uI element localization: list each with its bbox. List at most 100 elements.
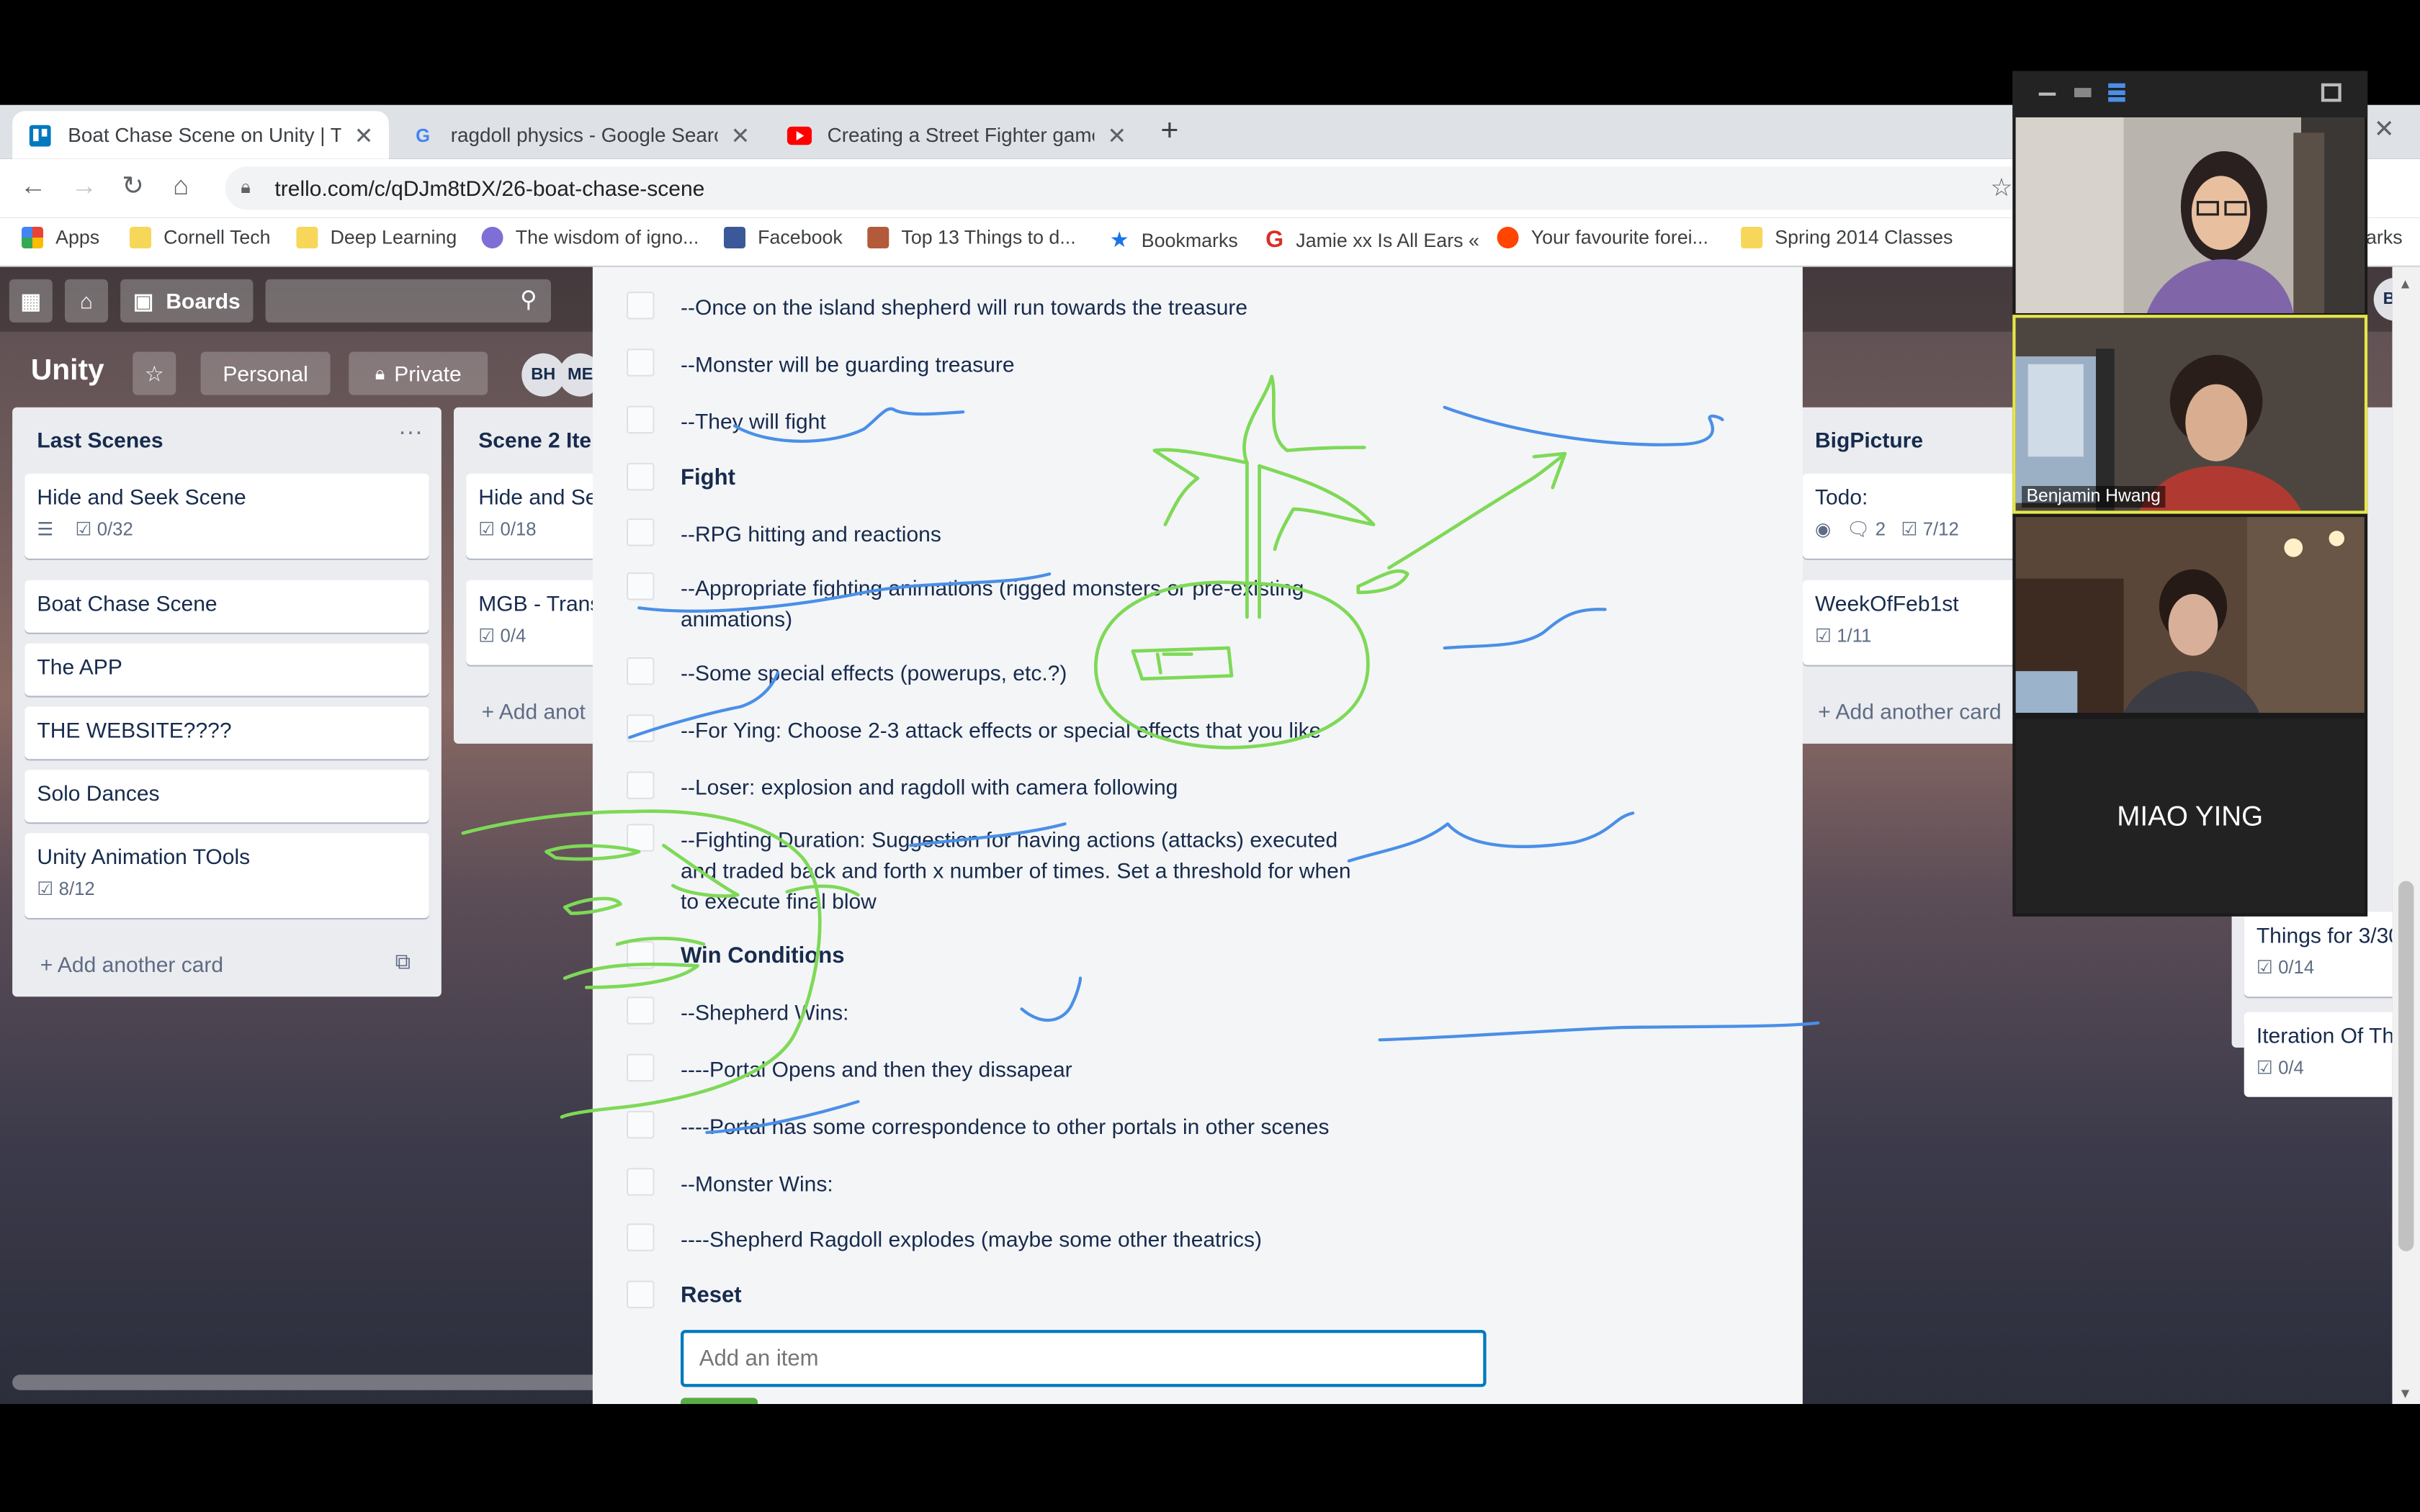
card[interactable]: Things for 3/30 ☑ 0/14: [2244, 912, 2393, 997]
checklist-item-text[interactable]: Fight: [681, 463, 1360, 494]
card[interactable]: Iteration Of The ☑ 0/4: [2244, 1012, 2393, 1097]
tab-trello[interactable]: Boat Chase Scene on Unity | Trello ✕: [12, 111, 389, 159]
board-visibility-private[interactable]: 🔒︎ Private: [349, 351, 488, 395]
reload-icon[interactable]: ↻: [122, 171, 144, 202]
bookmark-cornell-tech[interactable]: Cornell Tech: [130, 227, 271, 248]
bookmark-star-icon[interactable]: ☆: [1991, 173, 2013, 204]
tab-google[interactable]: G ragdoll physics - Google Search ✕: [395, 111, 766, 158]
checklist-checkbox[interactable]: [627, 518, 655, 546]
checklist-checkbox[interactable]: [627, 1053, 655, 1082]
card[interactable]: Unity Animation TOols ☑ 8/12: [24, 833, 429, 918]
add-card-button[interactable]: + Add anot: [482, 699, 586, 724]
user-avatar[interactable]: BH: [2373, 277, 2393, 321]
participant-video-active-speaker[interactable]: Benjamin Hwang: [2012, 315, 2368, 514]
minimize-icon[interactable]: [2038, 85, 2056, 96]
card[interactable]: The APP: [24, 643, 429, 696]
bookmark-overflow[interactable]: arks: [2366, 227, 2403, 248]
checklist-checkbox[interactable]: [627, 771, 655, 799]
card[interactable]: THE WEBSITE????: [24, 706, 429, 760]
checklist-checkbox[interactable]: [627, 405, 655, 434]
home-icon[interactable]: ⌂: [65, 279, 108, 323]
checklist-checkbox[interactable]: [627, 657, 655, 685]
bookmark-facebook[interactable]: Facebook: [723, 227, 843, 248]
board-title[interactable]: Unity: [31, 355, 104, 389]
bookmark-bookmarks[interactable]: ★ Bookmarks: [1110, 227, 1238, 253]
address-bar[interactable]: 🔒︎ trello.com/c/qDJm8tDX/26-boat-chase-s…: [225, 166, 2031, 210]
new-tab-button[interactable]: +: [1160, 114, 1178, 150]
participant-video[interactable]: [2015, 516, 2365, 713]
bookmark-label: Apps: [55, 227, 100, 248]
checklist-item-text[interactable]: Reset: [681, 1281, 1360, 1312]
checklist-checkbox[interactable]: [627, 1280, 655, 1309]
star-board-icon[interactable]: ☆: [133, 351, 176, 395]
checklist-item-text[interactable]: ----Portal has some correspondence to ot…: [681, 1111, 1422, 1142]
checklist-checkbox[interactable]: [627, 348, 655, 377]
checklist-item-text[interactable]: --RPG hitting and reactions: [681, 518, 1360, 549]
checklist-checkbox[interactable]: [627, 714, 655, 742]
home-icon[interactable]: ⌂: [173, 171, 189, 202]
bookmark-wisdom[interactable]: The wisdom of igno...: [481, 227, 699, 248]
checklist-checkbox[interactable]: [627, 1110, 655, 1139]
checklist-checkbox[interactable]: [627, 941, 655, 969]
add-item-field[interactable]: [684, 1333, 1484, 1385]
gallery-view-icon[interactable]: [2108, 83, 2125, 102]
exit-fullscreen-icon[interactable]: [2321, 83, 2341, 102]
close-icon[interactable]: ✕: [1107, 121, 1126, 148]
checklist-checkbox[interactable]: [627, 292, 655, 320]
card[interactable]: Hide and Seek Scene ☰ ☑ 0/32: [24, 473, 429, 559]
checklist-item-text[interactable]: --Once on the island shepherd will run t…: [681, 292, 1360, 323]
board-visibility-personal[interactable]: Personal: [200, 351, 331, 395]
scroll-down-icon[interactable]: ▼: [2398, 1385, 2412, 1400]
participant-no-video[interactable]: MIAO YING: [2015, 719, 2365, 914]
window-close-icon[interactable]: ✕: [2374, 114, 2395, 145]
bookmark-jamie-xx[interactable]: G Jamie xx Is All Ears «: [1265, 227, 1479, 253]
participant-video[interactable]: [2015, 117, 2365, 314]
forward-icon[interactable]: →: [71, 171, 97, 202]
apps-menu-icon[interactable]: ▦: [9, 279, 53, 323]
bookmark-apps[interactable]: Apps: [22, 227, 99, 248]
checklist-item-text[interactable]: --Shepherd Wins:: [681, 996, 1360, 1027]
bookmark-reddit[interactable]: Your favourite forei...: [1497, 227, 1708, 248]
bookmark-top13[interactable]: Top 13 Things to d...: [867, 227, 1076, 248]
search-input[interactable]: ⚲: [265, 279, 551, 323]
close-icon[interactable]: ✕: [354, 121, 374, 148]
thumbnail-view-icon[interactable]: [2074, 88, 2092, 97]
checklist-item-text[interactable]: --Monster Wins:: [681, 1168, 1360, 1199]
boards-button[interactable]: ▣ Boards: [120, 279, 254, 323]
scrollbar-thumb[interactable]: [2398, 881, 2414, 1251]
card[interactable]: Boat Chase Scene: [24, 580, 429, 633]
checklist-item-text[interactable]: --They will fight: [681, 406, 1360, 437]
add-item-save-button[interactable]: [681, 1398, 758, 1404]
card-template-icon[interactable]: ⧉: [395, 949, 411, 975]
list-title[interactable]: Scene 2 Iter: [478, 428, 599, 452]
add-checklist-item-input[interactable]: [681, 1330, 1487, 1387]
checklist-item-text[interactable]: --Monster will be guarding treasure: [681, 348, 1360, 379]
checklist-item-text[interactable]: ----Portal Opens and then they dissapear: [681, 1054, 1360, 1085]
checklist-item-text[interactable]: --Fighting Duration: Suggestion for havi…: [681, 824, 1360, 917]
add-card-button[interactable]: + Add another card: [40, 952, 223, 976]
checklist-checkbox[interactable]: [627, 1168, 655, 1196]
list-title[interactable]: BigPicture: [1815, 428, 1923, 452]
checklist-item-text[interactable]: --Appropriate fighting animations (rigge…: [681, 572, 1360, 634]
checklist-checkbox[interactable]: [627, 824, 655, 852]
checklist-checkbox[interactable]: [627, 996, 655, 1025]
list-title[interactable]: Last Scenes: [37, 428, 163, 452]
scroll-up-icon[interactable]: ▲: [2398, 276, 2412, 292]
checklist-item-text[interactable]: --Some special effects (powerups, etc.?): [681, 657, 1360, 688]
checklist-checkbox[interactable]: [627, 572, 655, 600]
checklist-item-text[interactable]: Win Conditions: [681, 941, 1360, 972]
close-icon[interactable]: ✕: [730, 121, 750, 148]
tab-youtube[interactable]: Creating a Street Fighter game w ✕: [771, 111, 1142, 158]
page-scrollbar[interactable]: ▲ ▼: [2392, 266, 2420, 1404]
checklist-checkbox[interactable]: [627, 462, 655, 491]
bookmark-spring-2014[interactable]: Spring 2014 Classes: [1741, 227, 1953, 248]
back-icon[interactable]: ←: [20, 171, 46, 202]
bookmark-deep-learning[interactable]: Deep Learning: [296, 227, 457, 248]
more-icon[interactable]: ···: [398, 420, 423, 448]
checklist-item-text[interactable]: ----Shepherd Ragdoll explodes (maybe som…: [681, 1223, 1422, 1254]
add-card-button[interactable]: + Add another card: [1818, 699, 2001, 724]
checklist-item-text[interactable]: --Loser: explosion and ragdoll with came…: [681, 771, 1360, 802]
checklist-checkbox[interactable]: [627, 1223, 655, 1251]
card[interactable]: Solo Dances: [24, 770, 429, 823]
checklist-item-text[interactable]: --For Ying: Choose 2-3 attack effects or…: [681, 714, 1391, 745]
